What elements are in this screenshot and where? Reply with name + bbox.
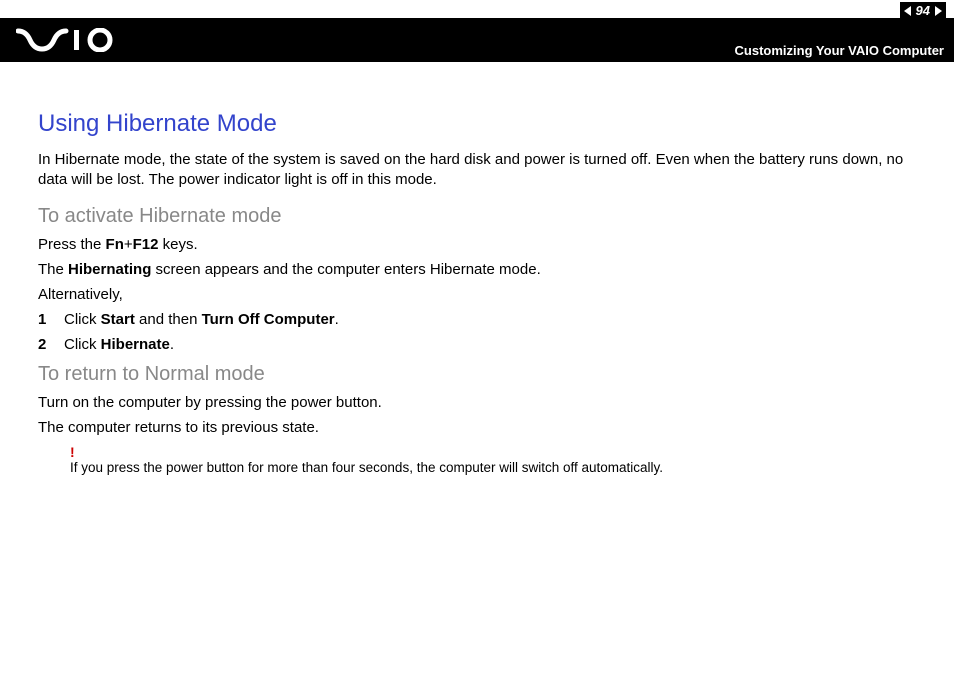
key-fn: Fn bbox=[106, 236, 124, 253]
warning-text: If you press the power button for more t… bbox=[70, 446, 916, 475]
text: + bbox=[124, 236, 133, 253]
text: screen appears and the computer enters H… bbox=[151, 261, 540, 278]
instruction-hibernating-screen: The Hibernating screen appears and the c… bbox=[38, 261, 916, 278]
text: . bbox=[170, 336, 174, 353]
return-instruction-1: Turn on the computer by pressing the pow… bbox=[38, 394, 916, 411]
text: Click bbox=[64, 311, 101, 328]
text: keys. bbox=[158, 236, 197, 253]
alternatively-label: Alternatively, bbox=[38, 286, 916, 303]
text: The bbox=[38, 261, 68, 278]
page-nav: 94 bbox=[900, 2, 946, 19]
text: Click bbox=[64, 336, 101, 353]
intro-paragraph: In Hibernate mode, the state of the syst… bbox=[38, 150, 916, 191]
text: and then bbox=[135, 311, 202, 328]
text: . bbox=[335, 311, 339, 328]
page-content: Using Hibernate Mode In Hibernate mode, … bbox=[0, 62, 954, 475]
step-2: 2 Click Hibernate. bbox=[38, 336, 916, 353]
next-page-icon[interactable] bbox=[935, 6, 942, 16]
return-instruction-2: The computer returns to its previous sta… bbox=[38, 419, 916, 436]
text: Press the bbox=[38, 236, 106, 253]
step-number: 2 bbox=[38, 336, 64, 353]
header-bar: Customizing Your VAIO Computer bbox=[0, 18, 954, 62]
step-text: Click Hibernate. bbox=[64, 336, 174, 353]
breadcrumb: Customizing Your VAIO Computer bbox=[735, 43, 944, 58]
key-f12: F12 bbox=[133, 236, 159, 253]
warning-icon: ! bbox=[70, 444, 75, 460]
step-1: 1 Click Start and then Turn Off Computer… bbox=[38, 311, 916, 328]
page-number: 94 bbox=[911, 3, 935, 18]
ui-turn-off: Turn Off Computer bbox=[202, 311, 335, 328]
instruction-fn-f12: Press the Fn+F12 keys. bbox=[38, 236, 916, 253]
page-title: Using Hibernate Mode bbox=[38, 110, 916, 138]
subhead-return: To return to Normal mode bbox=[38, 363, 916, 386]
step-text: Click Start and then Turn Off Computer. bbox=[64, 311, 339, 328]
prev-page-icon[interactable] bbox=[904, 6, 911, 16]
ui-hibernate: Hibernate bbox=[101, 336, 170, 353]
screen-name: Hibernating bbox=[68, 261, 151, 278]
warning-note: ! If you press the power button for more… bbox=[38, 446, 916, 475]
vaio-logo-icon bbox=[16, 28, 126, 52]
subhead-activate: To activate Hibernate mode bbox=[38, 205, 916, 228]
ui-start: Start bbox=[101, 311, 135, 328]
step-number: 1 bbox=[38, 311, 64, 328]
